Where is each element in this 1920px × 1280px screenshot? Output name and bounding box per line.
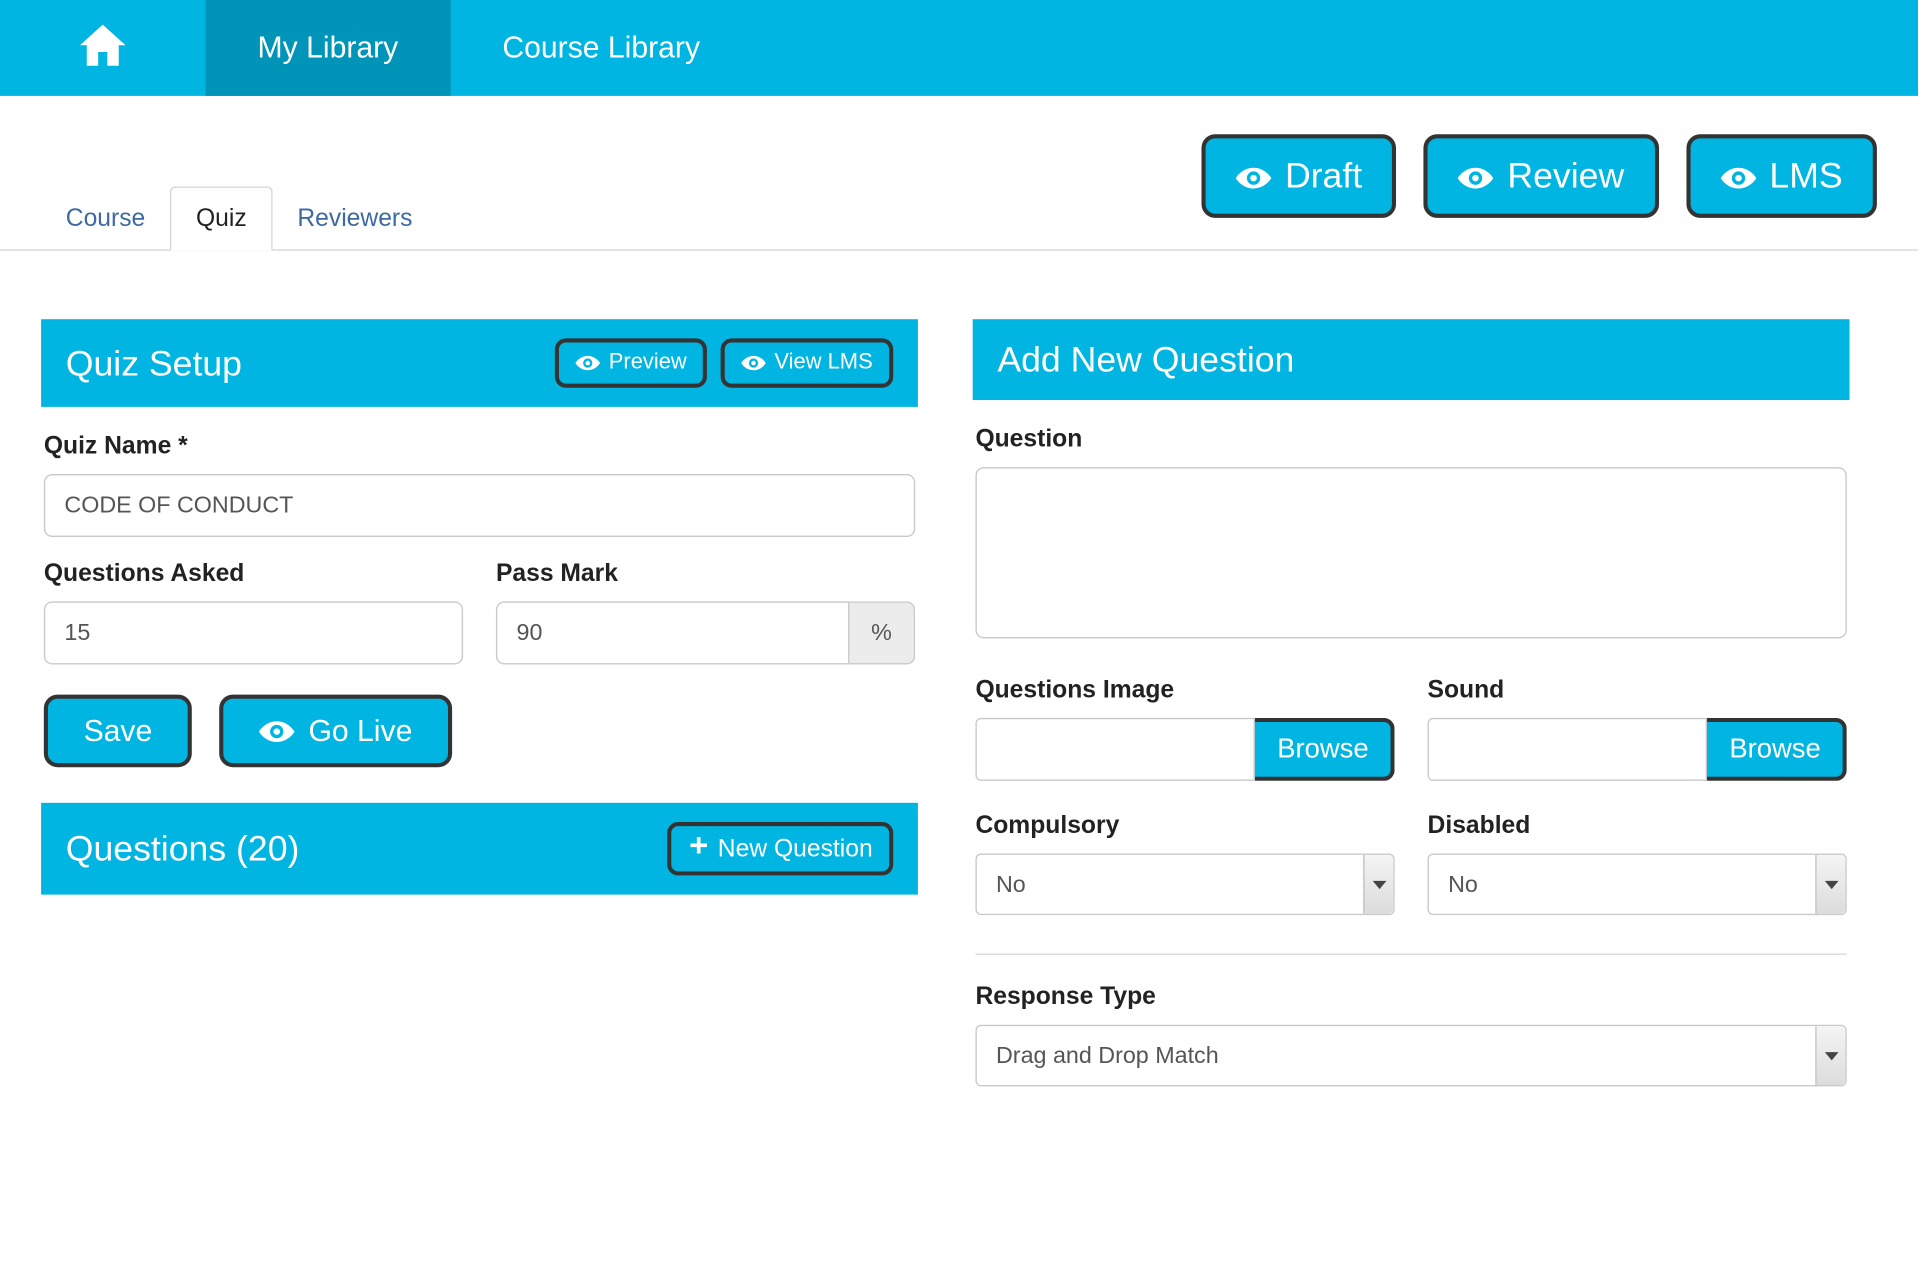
eye-icon xyxy=(1236,155,1272,197)
question-textarea[interactable] xyxy=(975,467,1846,638)
disabled-select[interactable]: No xyxy=(1428,854,1847,916)
eye-icon xyxy=(259,713,295,750)
pass-mark-input[interactable] xyxy=(496,602,849,665)
go-live-button[interactable]: Go Live xyxy=(219,695,452,768)
view-lms-button[interactable]: View LMS xyxy=(721,338,893,388)
draft-button[interactable]: Draft xyxy=(1201,134,1396,218)
home-icon xyxy=(75,17,130,79)
quiz-name-input[interactable] xyxy=(44,474,915,537)
question-label: Question xyxy=(975,425,1846,454)
preview-quiz-button[interactable]: Preview xyxy=(555,338,707,388)
questions-asked-label: Questions Asked xyxy=(44,559,463,588)
new-question-label: New Question xyxy=(718,835,873,864)
browse-sound-button[interactable]: Browse xyxy=(1707,718,1846,781)
sound-label: Sound xyxy=(1428,675,1847,704)
compulsory-select[interactable]: No xyxy=(975,854,1394,916)
plus-icon xyxy=(688,835,710,864)
new-question-button[interactable]: New Question xyxy=(667,823,893,876)
nav-my-library[interactable]: My Library xyxy=(206,0,451,96)
top-nav: My Library Course Library xyxy=(0,0,1918,96)
quiz-name-label: Quiz Name * xyxy=(44,432,915,461)
questions-header: Questions (20) New Question xyxy=(41,803,918,895)
review-button-label: Review xyxy=(1507,155,1624,197)
preview-quiz-label: Preview xyxy=(609,351,687,376)
save-button-label: Save xyxy=(84,714,153,750)
question-image-label: Questions Image xyxy=(975,675,1394,704)
draft-button-label: Draft xyxy=(1285,155,1362,197)
questions-title: Questions (20) xyxy=(66,828,300,870)
home-button[interactable] xyxy=(0,0,206,96)
eye-icon xyxy=(1720,155,1756,197)
review-button[interactable]: Review xyxy=(1424,134,1659,218)
questions-asked-input[interactable] xyxy=(44,602,463,665)
lms-button[interactable]: LMS xyxy=(1686,134,1877,218)
nav-course-library[interactable]: Course Library xyxy=(450,0,752,96)
add-question-header: Add New Question xyxy=(973,319,1850,400)
add-question-title: Add New Question xyxy=(997,338,1294,380)
lms-button-label: LMS xyxy=(1769,155,1842,197)
pass-mark-unit: % xyxy=(849,602,915,665)
divider xyxy=(975,954,1846,955)
view-lms-label: View LMS xyxy=(774,351,872,376)
quiz-setup-title: Quiz Setup xyxy=(66,342,242,384)
tab-reviewers[interactable]: Reviewers xyxy=(273,188,437,250)
save-button[interactable]: Save xyxy=(44,695,192,768)
pass-mark-label: Pass Mark xyxy=(496,559,915,588)
disabled-label: Disabled xyxy=(1428,811,1847,840)
tab-course[interactable]: Course xyxy=(41,188,170,250)
compulsory-label: Compulsory xyxy=(975,811,1394,840)
tab-quiz[interactable]: Quiz xyxy=(170,186,273,250)
go-live-button-label: Go Live xyxy=(308,714,412,750)
response-type-label: Response Type xyxy=(975,982,1846,1011)
eye-icon xyxy=(1458,155,1494,197)
sound-input[interactable] xyxy=(1428,718,1708,781)
eye-icon xyxy=(576,351,601,376)
quiz-setup-header: Quiz Setup Preview View LMS xyxy=(41,319,918,407)
question-image-input[interactable] xyxy=(975,718,1255,781)
eye-icon xyxy=(742,351,767,376)
response-type-select[interactable]: Drag and Drop Match xyxy=(975,1025,1846,1087)
browse-image-button[interactable]: Browse xyxy=(1255,718,1394,781)
